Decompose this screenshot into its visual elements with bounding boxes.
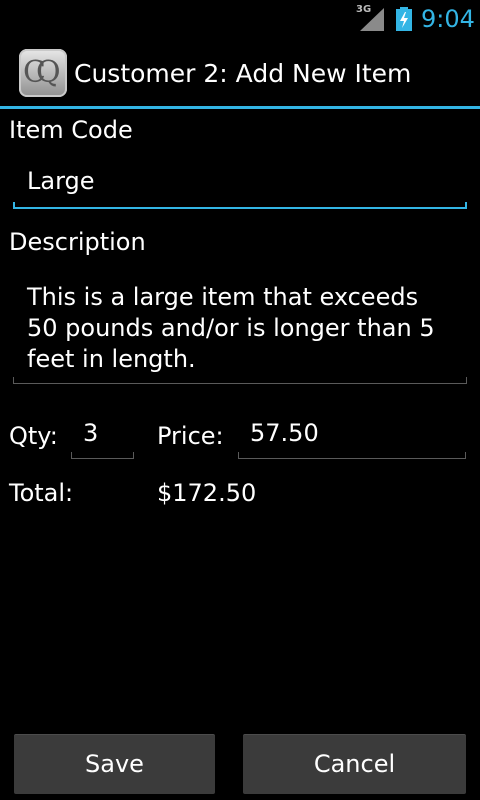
signal-icon	[360, 8, 384, 31]
status-bar: 3G 9:04	[0, 0, 480, 38]
action-bar: CQ Customer 2: Add New Item	[0, 38, 480, 108]
total-label: Total:	[9, 479, 74, 507]
battery-charging-icon	[396, 7, 412, 31]
title-divider	[0, 106, 480, 109]
description-value: This is a large item that exceeds 50 pou…	[27, 283, 435, 373]
price-label: Price:	[157, 422, 224, 450]
item-code-label: Item Code	[9, 116, 133, 144]
item-code-input[interactable]: Large	[13, 167, 467, 209]
qty-input[interactable]: 3	[71, 419, 134, 459]
description-label: Description	[9, 228, 146, 256]
description-underline	[13, 377, 467, 384]
cancel-button[interactable]: Cancel	[243, 734, 466, 794]
app-logo-text: CQ	[23, 55, 61, 90]
qty-label: Qty:	[9, 422, 58, 450]
item-code-underline	[13, 202, 467, 209]
qty-underline	[71, 452, 134, 459]
total-value: $172.50	[157, 479, 257, 507]
app-logo-icon: CQ	[19, 49, 67, 97]
page-title: Customer 2: Add New Item	[74, 59, 412, 88]
qty-value: 3	[83, 419, 99, 447]
description-input[interactable]: This is a large item that exceeds 50 pou…	[13, 282, 467, 384]
price-input[interactable]: 57.50	[238, 419, 466, 459]
price-underline	[238, 452, 466, 459]
price-value: 57.50	[250, 419, 319, 447]
save-button[interactable]: Save	[14, 734, 215, 794]
clock: 9:04	[421, 5, 475, 33]
item-code-value: Large	[27, 167, 95, 195]
